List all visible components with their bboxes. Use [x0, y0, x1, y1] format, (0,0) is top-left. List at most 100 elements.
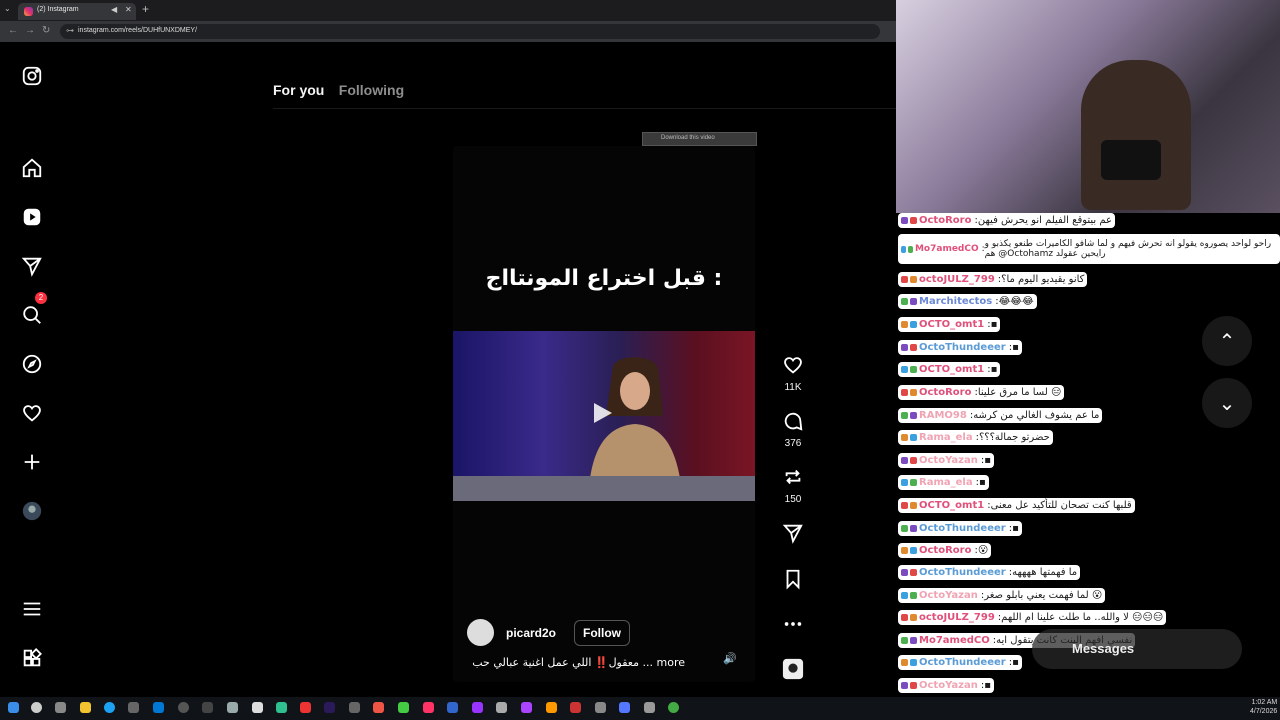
app-icon[interactable] [521, 702, 532, 713]
previous-reel-chevron-up-icon[interactable]: ⌃ [1202, 316, 1252, 366]
chat-username[interactable]: OctoThundeeer [919, 567, 1006, 578]
like-heart-icon[interactable] [782, 354, 804, 381]
reel-player[interactable]: قبل اختراع المونتااج : picard2o Follow م… [453, 146, 755, 682]
app-icon[interactable] [227, 702, 238, 713]
repost-icon[interactable] [782, 466, 804, 493]
reel-caption[interactable]: معقول‼️ اللي عمل اغنية عبالي حب ... more [472, 656, 685, 669]
site-info-icon[interactable]: ⊶ [66, 26, 74, 35]
instagram-logo-icon[interactable] [20, 64, 43, 87]
back-icon[interactable]: ← [8, 25, 18, 36]
chat-message-text: 😮 [977, 545, 989, 556]
app-icon[interactable] [619, 702, 630, 713]
author-avatar[interactable] [467, 619, 494, 646]
chat-message: octoJULZ_799: لا والله.. ما طلت علينا ام… [898, 610, 1167, 625]
chat-username[interactable]: octoJULZ_799 [919, 612, 995, 623]
obs-icon[interactable] [178, 702, 189, 713]
task-view-icon[interactable] [55, 702, 66, 713]
chat-username[interactable]: Rama_ela [919, 477, 973, 488]
app-icon[interactable] [447, 702, 458, 713]
chat-username[interactable]: OctoYazan [919, 590, 978, 601]
system-clock[interactable]: 1:02 AM 4/7/2026 [1250, 698, 1277, 716]
app-icon[interactable] [202, 702, 213, 713]
app-icon[interactable] [276, 702, 287, 713]
tab-following[interactable]: Following [339, 82, 404, 98]
forward-icon[interactable]: → [25, 25, 35, 36]
app-icon[interactable] [423, 702, 434, 713]
chat-username[interactable]: Marchitectos [919, 296, 992, 307]
tab-search-icon[interactable]: ⌄ [4, 4, 11, 13]
file-explorer-icon[interactable] [80, 702, 91, 713]
app-icon[interactable] [252, 702, 263, 713]
app-icon[interactable] [496, 702, 507, 713]
app-icon[interactable] [349, 702, 360, 713]
chat-username[interactable]: OctoRoro [919, 545, 971, 556]
follow-button[interactable]: Follow [574, 619, 631, 646]
home-icon[interactable] [20, 156, 43, 179]
chat-username[interactable]: RAMO98 [919, 410, 967, 421]
reels-icon[interactable] [20, 205, 43, 228]
comment-icon[interactable] [782, 410, 804, 437]
play-icon[interactable] [594, 403, 612, 423]
save-bookmark-icon[interactable] [782, 568, 804, 595]
chat-username[interactable]: OctoRoro [919, 387, 971, 398]
reload-icon[interactable]: ↻ [42, 25, 50, 36]
create-plus-icon[interactable] [20, 450, 43, 473]
chat-username[interactable]: Mo7amedCO [919, 635, 990, 646]
profile-avatar[interactable] [20, 499, 43, 522]
download-video-bar[interactable]: Download this video [642, 132, 757, 146]
messages-icon[interactable] [20, 254, 43, 277]
chat-username[interactable]: octoJULZ_799 [919, 274, 995, 285]
app-icon[interactable] [570, 702, 581, 713]
edge-icon[interactable] [104, 702, 115, 713]
app-icon[interactable] [373, 702, 384, 713]
chat-username[interactable]: Rama_ela [919, 432, 973, 443]
more-apps-grid-icon[interactable] [20, 646, 43, 669]
chat-username[interactable]: OctoThundeeer [919, 657, 1006, 668]
url-field[interactable]: ⊶ instagram.com/reels/DUHfUNXDMEY/ [60, 24, 880, 39]
chat-username[interactable]: OctoYazan [919, 455, 978, 466]
chat-username[interactable]: OCTO_omt1 [919, 500, 984, 511]
explore-icon[interactable] [20, 352, 43, 375]
chat-username[interactable]: Mo7amedCO [915, 244, 979, 254]
chat-username[interactable]: OctoYazan [919, 680, 978, 691]
search-icon[interactable] [20, 303, 43, 326]
store-icon[interactable] [128, 702, 139, 713]
chat-username[interactable]: OCTO_omt1 [919, 364, 984, 375]
chat-message-text: ▪ [990, 319, 998, 330]
chat-username[interactable]: OctoRoro [919, 215, 971, 226]
chat-badge-icon [910, 525, 917, 532]
app-icon[interactable] [546, 702, 557, 713]
tab-close-icon[interactable]: ✕ [125, 5, 132, 14]
tab-for-you[interactable]: For you [273, 82, 324, 98]
outlook-icon[interactable] [153, 702, 164, 713]
chrome-icon[interactable] [668, 702, 679, 713]
more-options-icon[interactable] [782, 613, 804, 640]
notifications-heart-icon[interactable] [20, 401, 43, 424]
author-username[interactable]: picard2o [506, 626, 556, 640]
reel-video-frame[interactable] [453, 331, 755, 501]
app-icon[interactable] [595, 702, 606, 713]
chat-username[interactable]: OctoThundeeer [919, 342, 1006, 353]
browser-tab-instagram[interactable]: (2) Instagram ◀ ✕ [18, 3, 136, 20]
studio-desk [453, 476, 755, 501]
twitch-icon[interactable] [472, 702, 483, 713]
audio-avatar-icon[interactable] [782, 658, 804, 685]
app-icon[interactable] [644, 702, 655, 713]
app-icon[interactable] [398, 702, 409, 713]
chat-username[interactable]: OCTO_omt1 [919, 319, 984, 330]
app-icon[interactable] [300, 702, 311, 713]
next-reel-chevron-down-icon[interactable]: ⌄ [1202, 378, 1252, 428]
premiere-icon[interactable] [324, 702, 335, 713]
chat-badge-icon [901, 217, 908, 224]
share-icon[interactable] [782, 522, 804, 549]
search-taskbar-icon[interactable] [31, 702, 42, 713]
new-tab-button[interactable]: + [142, 2, 149, 16]
mute-speaker-icon[interactable]: 🔊 [723, 652, 737, 665]
menu-hamburger-icon[interactable] [20, 597, 43, 620]
tab-audio-icon[interactable]: ◀ [111, 5, 117, 14]
chat-username[interactable]: OctoThundeeer [919, 523, 1006, 534]
reel-overlay-text: قبل اختراع المونتااج : [485, 266, 723, 291]
messages-pill[interactable]: Messages [1032, 629, 1242, 669]
chat-badge-icon [910, 547, 917, 554]
start-icon[interactable] [8, 702, 19, 713]
